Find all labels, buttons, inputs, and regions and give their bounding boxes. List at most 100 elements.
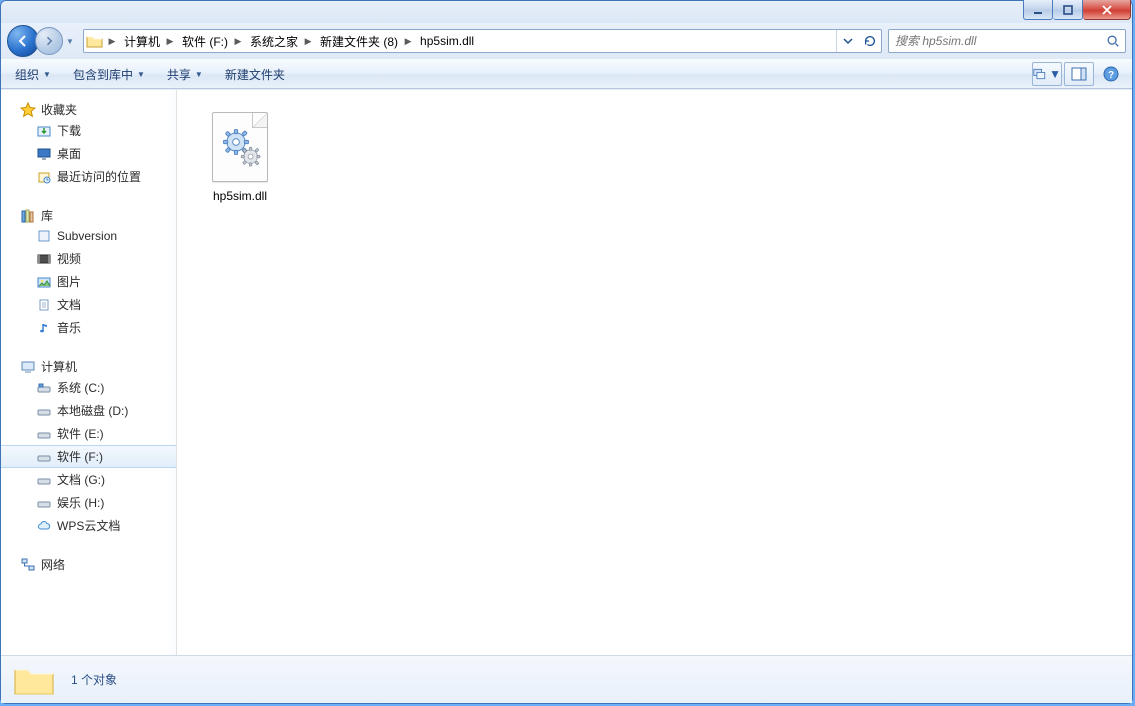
sidebar-group-favorites: 收藏夹 下载 桌面 最: [1, 100, 176, 188]
share-button[interactable]: 共享 ▼: [159, 62, 211, 86]
breadcrumb-label: hp5sim.dll: [420, 34, 474, 48]
sidebar-item-label: Subversion: [57, 229, 117, 243]
breadcrumb-item[interactable]: 系统之家: [244, 30, 302, 52]
search-icon[interactable]: [1105, 34, 1121, 48]
toolbar-label: 组织: [15, 66, 39, 83]
sidebar-header-label: 收藏夹: [41, 101, 77, 118]
documents-icon: [35, 297, 53, 313]
breadcrumb-item[interactable]: 计算机: [118, 30, 164, 52]
breadcrumb-item[interactable]: 软件 (F:): [176, 30, 232, 52]
chevron-right-icon[interactable]: ▶: [402, 36, 414, 47]
toolbar-right-group: ▼ ?: [1032, 62, 1126, 86]
preview-pane-button[interactable]: [1064, 62, 1094, 86]
sidebar-item-music[interactable]: 音乐: [1, 316, 176, 339]
breadcrumb-item[interactable]: hp5sim.dll: [414, 30, 478, 52]
window-controls: [1023, 0, 1131, 20]
maximize-button[interactable]: [1053, 0, 1083, 20]
nav-arrows-group: ▼: [7, 25, 77, 57]
sidebar-item-pictures[interactable]: 图片: [1, 270, 176, 293]
pictures-icon: [35, 274, 53, 290]
change-view-button[interactable]: ▼: [1032, 62, 1062, 86]
breadcrumb-label: 新建文件夹 (8): [320, 33, 398, 50]
sidebar-item-label: 软件 (F:): [57, 448, 103, 465]
address-dropdown-button[interactable]: [837, 30, 859, 52]
breadcrumb-label: 计算机: [124, 33, 160, 50]
sidebar-item-drive-h[interactable]: 娱乐 (H:): [1, 491, 176, 514]
sidebar-item-drive-d[interactable]: 本地磁盘 (D:): [1, 399, 176, 422]
folder-icon: [86, 33, 104, 49]
drive-icon: [35, 449, 53, 465]
chevron-right-icon[interactable]: ▶: [302, 36, 314, 47]
minimize-button[interactable]: [1023, 0, 1053, 20]
sidebar-header-libraries[interactable]: 库: [1, 206, 176, 225]
system-drive-icon: [35, 380, 53, 396]
drive-icon: [35, 495, 53, 511]
search-input[interactable]: [893, 33, 1105, 49]
nav-forward-button[interactable]: [35, 27, 63, 55]
download-icon: [35, 123, 53, 139]
address-bar[interactable]: ▶ 计算机 ▶ 软件 (F:) ▶ 系统之家 ▶ 新建文件夹 (8) ▶: [83, 29, 882, 53]
close-button[interactable]: [1083, 0, 1131, 20]
sidebar-item-label: 桌面: [57, 145, 81, 162]
desktop-icon: [35, 146, 53, 162]
sidebar-header-computer[interactable]: 计算机: [1, 357, 176, 376]
breadcrumb-item[interactable]: 新建文件夹 (8): [314, 30, 402, 52]
search-box[interactable]: [888, 29, 1126, 53]
sidebar-item-label: 图片: [57, 273, 81, 290]
refresh-button[interactable]: [859, 30, 881, 52]
svg-text:?: ?: [1108, 70, 1114, 81]
drive-icon: [35, 403, 53, 419]
video-icon: [35, 251, 53, 267]
drive-icon: [35, 426, 53, 442]
sidebar-header-label: 库: [41, 207, 53, 224]
status-text: 1 个对象: [71, 671, 117, 688]
sidebar-item-label: 娱乐 (H:): [57, 494, 104, 511]
chevron-right-icon[interactable]: ▶: [232, 36, 244, 47]
navigation-pane[interactable]: 收藏夹 下载 桌面 最: [1, 90, 177, 655]
library-generic-icon: [35, 228, 53, 244]
computer-icon: [19, 359, 37, 375]
nav-history-dropdown[interactable]: ▼: [63, 28, 77, 54]
favorites-star-icon: [19, 102, 37, 118]
libraries-icon: [19, 208, 37, 224]
sidebar-item-drive-g[interactable]: 文档 (G:): [1, 468, 176, 491]
toolbar: 组织 ▼ 包含到库中 ▼ 共享 ▼ 新建文件夹 ▼: [1, 59, 1132, 89]
sidebar-item-subversion[interactable]: Subversion: [1, 225, 176, 247]
file-label: hp5sim.dll: [213, 189, 267, 203]
chevron-right-icon[interactable]: ▶: [106, 36, 118, 47]
include-in-library-button[interactable]: 包含到库中 ▼: [65, 62, 153, 86]
sidebar-item-label: WPS云文档: [57, 517, 120, 534]
sidebar-item-label: 文档 (G:): [57, 471, 105, 488]
dll-gear-icon: [208, 111, 272, 183]
toolbar-label: 新建文件夹: [225, 66, 285, 83]
sidebar-item-wps-cloud[interactable]: WPS云文档: [1, 514, 176, 537]
chevron-right-icon[interactable]: ▶: [164, 36, 176, 47]
sidebar-item-desktop[interactable]: 桌面: [1, 142, 176, 165]
sidebar-item-label: 视频: [57, 250, 81, 267]
sidebar-item-drive-c[interactable]: 系统 (C:): [1, 376, 176, 399]
chevron-down-icon: ▼: [1049, 67, 1061, 81]
address-bar-buttons: [836, 30, 881, 52]
sidebar-item-label: 文档: [57, 296, 81, 313]
file-item[interactable]: hp5sim.dll: [189, 106, 291, 208]
sidebar-item-downloads[interactable]: 下载: [1, 119, 176, 142]
sidebar-item-drive-e[interactable]: 软件 (E:): [1, 422, 176, 445]
title-bar: [1, 1, 1132, 23]
sidebar-item-recent[interactable]: 最近访问的位置: [1, 165, 176, 188]
toolbar-label: 包含到库中: [73, 66, 133, 83]
explorer-window: ▼ ▶ 计算机 ▶ 软件 (F:) ▶ 系统之家 ▶: [0, 0, 1133, 704]
sidebar-item-documents[interactable]: 文档: [1, 293, 176, 316]
breadcrumb-label: 软件 (F:): [182, 33, 228, 50]
new-folder-button[interactable]: 新建文件夹: [217, 62, 293, 86]
network-icon: [19, 557, 37, 573]
sidebar-item-drive-f[interactable]: 软件 (F:): [1, 445, 176, 468]
sidebar-group-network: 网络: [1, 555, 176, 574]
sidebar-header-favorites[interactable]: 收藏夹: [1, 100, 176, 119]
organize-button[interactable]: 组织 ▼: [7, 62, 59, 86]
file-view[interactable]: hp5sim.dll: [177, 90, 1132, 655]
toolbar-label: 共享: [167, 66, 191, 83]
sidebar-item-videos[interactable]: 视频: [1, 247, 176, 270]
sidebar-header-network[interactable]: 网络: [1, 555, 176, 574]
chevron-down-icon: ▼: [43, 70, 51, 79]
help-button[interactable]: ?: [1096, 62, 1126, 86]
